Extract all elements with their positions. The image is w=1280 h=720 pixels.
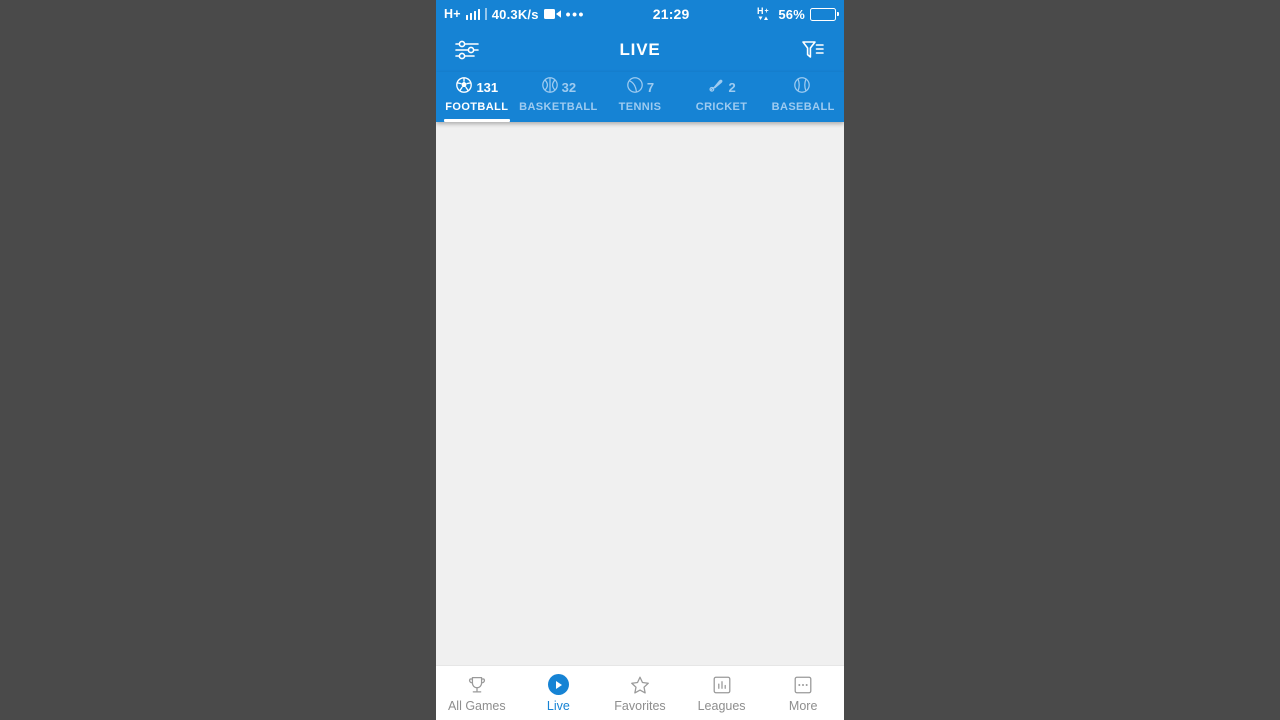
status-clock: 21:29 — [652, 6, 690, 22]
network-type-label: H+ — [444, 7, 461, 21]
barchart-icon — [711, 674, 733, 696]
cricket-tab-top: 2 — [707, 76, 736, 99]
active-tab-indicator — [444, 119, 510, 122]
sport-tab-basketball[interactable]: 32 BASKETBALL — [518, 72, 600, 122]
basketball-icon — [541, 76, 559, 99]
cricket-icon — [707, 76, 725, 99]
nav-item-favorites[interactable]: Favorites — [599, 666, 681, 720]
svg-text:+: + — [765, 8, 769, 15]
baseball-label: BASEBALL — [771, 101, 835, 113]
star-icon — [629, 674, 651, 696]
filter-button[interactable] — [796, 33, 830, 67]
nav-item-leagues[interactable]: Leagues — [681, 666, 763, 720]
nav-label-more: More — [788, 698, 818, 713]
settings-sliders-button[interactable] — [450, 33, 484, 67]
match-list-empty-area[interactable] — [436, 122, 844, 665]
signal-bars-icon — [465, 8, 481, 20]
status-bar: H+ 40.3K/s ••• 21:29 H + 56% — [436, 0, 844, 28]
nav-label-live: Live — [546, 698, 570, 713]
hplus-data-icon: H + — [757, 6, 773, 22]
sport-tab-tennis[interactable]: 7 TENNIS — [599, 72, 681, 122]
tennis-label: TENNIS — [618, 101, 662, 113]
sport-tabs: 131 FOOTBALL 32 BASKETBALL 7 TENNIS 2 CR… — [436, 72, 844, 122]
data-speed-label: 40.3K/s — [491, 6, 539, 22]
baseball-tab-top — [793, 76, 814, 98]
page-title: LIVE — [619, 40, 661, 59]
nav-item-more[interactable]: More — [762, 666, 844, 720]
sport-tab-baseball[interactable]: BASEBALL — [762, 72, 844, 122]
baseball-icon — [793, 76, 811, 99]
nav-item-all-games[interactable]: All Games — [436, 666, 518, 720]
basketball-count: 32 — [561, 79, 577, 95]
video-record-icon — [543, 8, 561, 20]
cricket-count: 2 — [728, 79, 736, 95]
app-header: LIVE — [436, 28, 844, 72]
basketball-tab-top: 32 — [541, 76, 576, 98]
signal-divider — [485, 8, 487, 20]
more-icon — [792, 674, 814, 696]
cricket-label: CRICKET — [695, 101, 748, 113]
nav-label-favorites: Favorites — [614, 698, 666, 713]
sport-tab-cricket[interactable]: 2 CRICKET — [681, 72, 763, 122]
battery-percent-label: 56% — [778, 6, 805, 22]
nav-label-leagues: Leagues — [697, 698, 746, 713]
football-label: FOOTBALL — [445, 101, 509, 113]
screen-stage: H+ 40.3K/s ••• 21:29 H + 56% LIVE 131 FO… — [0, 0, 1280, 720]
tennis-tab-top: 7 — [626, 76, 654, 98]
sport-tab-football[interactable]: 131 FOOTBALL — [436, 72, 518, 122]
football-count: 131 — [476, 79, 499, 95]
tennis-count: 7 — [646, 79, 655, 95]
status-bar-right: H + 56% — [757, 6, 839, 22]
tennis-icon — [626, 76, 644, 99]
nav-label-all-games: All Games — [447, 698, 506, 713]
football-icon — [455, 76, 473, 99]
basketball-label: BASKETBALL — [519, 101, 598, 113]
battery-icon — [810, 7, 839, 21]
ellipsis-icon: ••• — [565, 6, 585, 22]
football-tab-top: 131 — [455, 76, 498, 98]
phone-screen: H+ 40.3K/s ••• 21:29 H + 56% LIVE 131 FO… — [436, 0, 844, 720]
bottom-navigation: All Games Live Favorites Leagues More — [436, 665, 844, 720]
status-bar-left: H+ 40.3K/s ••• — [444, 7, 585, 22]
play-icon — [547, 674, 569, 696]
trophy-icon — [466, 674, 488, 696]
nav-item-live[interactable]: Live — [518, 666, 600, 720]
status-bar-center: 21:29 — [585, 6, 757, 22]
svg-text:H: H — [757, 6, 764, 16]
